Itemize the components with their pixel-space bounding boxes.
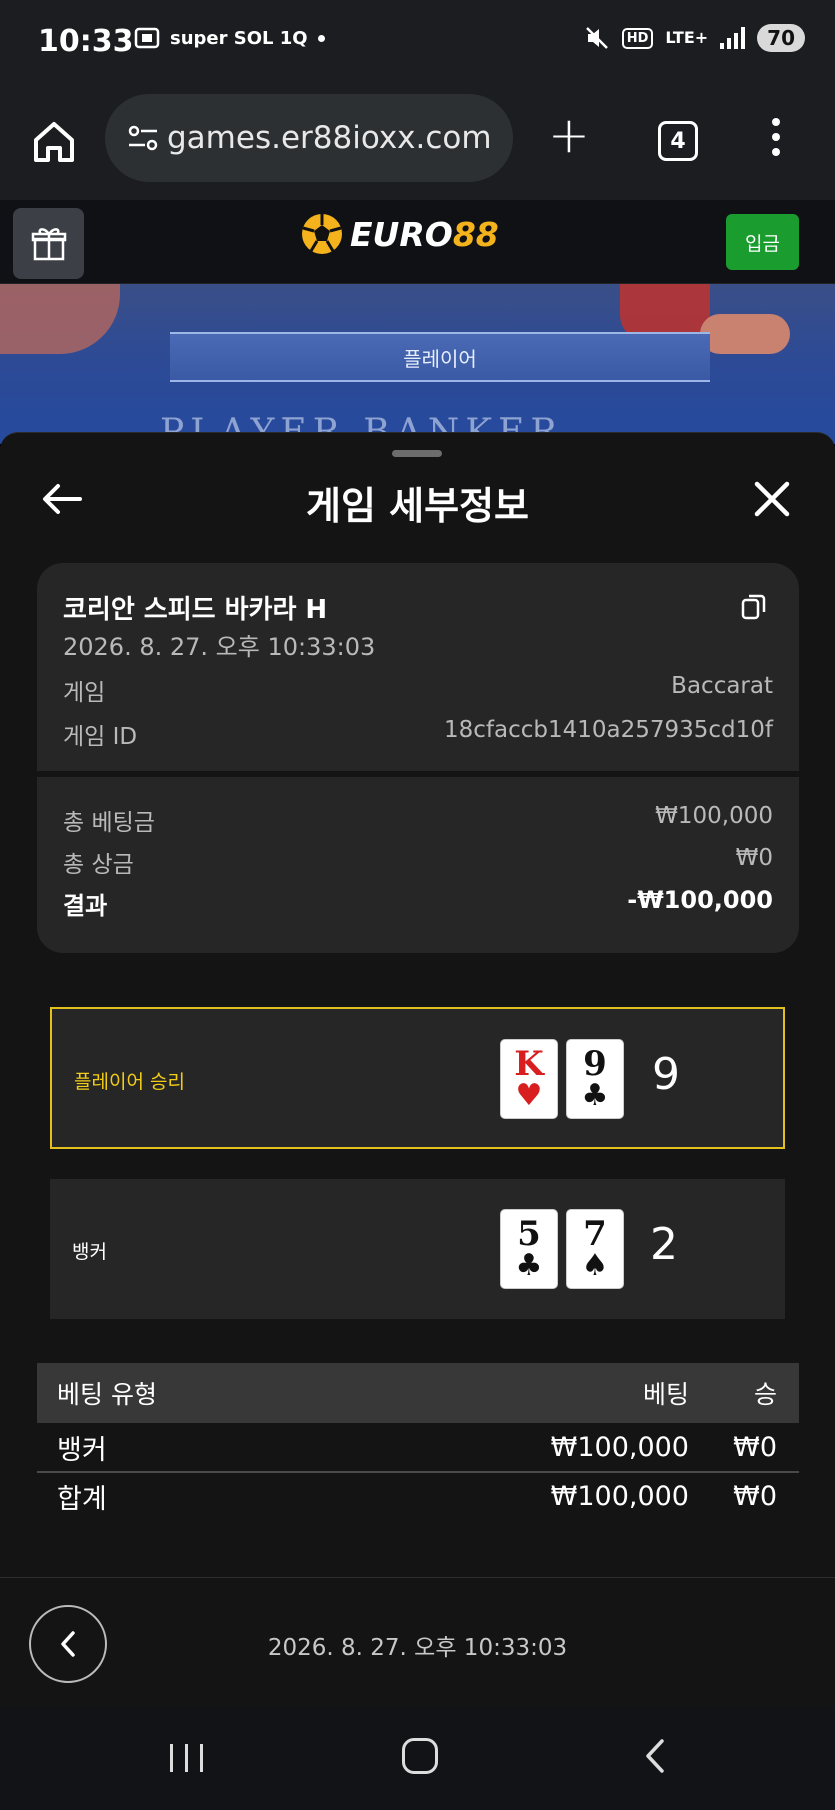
player-score: 9 <box>652 1049 680 1100</box>
total-win-cell: ₩0 <box>733 1480 777 1512</box>
card-divider <box>37 771 799 777</box>
game-id-row: 게임 ID 18cfaccb1410a257935cd10f <box>63 717 773 751</box>
total-bet-row: 총 베팅금 ₩100,000 <box>63 803 773 837</box>
status-time: 10:33 <box>38 24 134 59</box>
divider <box>0 1577 835 1578</box>
euro88-logo[interactable]: EURO88 <box>300 212 499 256</box>
recent-apps-button[interactable] <box>170 1744 203 1772</box>
total-bet-cell: ₩100,000 <box>550 1480 689 1512</box>
game-info-section: 코리안 스피드 바카라 H 2026. 8. 27. 오후 10:33:03 게… <box>37 563 799 771</box>
playing-card: K ♥ <box>500 1039 558 1119</box>
gift-button[interactable] <box>13 208 84 279</box>
game-name: 코리안 스피드 바카라 H <box>63 595 328 625</box>
game-datetime: 2026. 8. 27. 오후 10:33:03 <box>63 633 376 661</box>
home-button[interactable] <box>402 1738 438 1774</box>
playing-card: 7 ♠ <box>566 1209 624 1289</box>
total-prize-label: 총 상금 <box>63 852 134 878</box>
status-bar: 10:33 super SOL 1Q HD LTE+ 70 <box>0 0 835 88</box>
total-label: 합계 <box>57 1483 107 1515</box>
url-text: games.er88ioxx.com <box>167 120 492 156</box>
club-suit-icon: ♣ <box>581 1078 609 1113</box>
browser-menu-button[interactable] <box>772 118 780 156</box>
playing-card: 9 ♣ <box>566 1039 624 1119</box>
home-icon[interactable] <box>30 118 78 166</box>
notification-icons: super SOL 1Q <box>134 26 325 50</box>
total-prize-row: 총 상금 ₩0 <box>63 845 773 879</box>
tab-switcher-button[interactable]: 4 <box>658 121 698 161</box>
game-info-card: 코리안 스피드 바카라 H 2026. 8. 27. 오후 10:33:03 게… <box>37 563 799 953</box>
heart-suit-icon: ♥ <box>515 1078 543 1113</box>
sheet-title: 게임 세부정보 <box>306 484 529 528</box>
bet-amount-cell: ₩100,000 <box>550 1431 689 1463</box>
bet-table-header: 베팅 유형 베팅 승 <box>37 1363 799 1423</box>
player-band-label: 플레이어 <box>403 346 477 371</box>
game-details-sheet: 게임 세부정보 코리안 스피드 바카라 H 2026. 8. 27. 오후 10… <box>0 432 835 1706</box>
player-result-label: 플레이어 승리 <box>74 1071 185 1093</box>
total-prize-value: ₩0 <box>735 845 773 871</box>
battery-icon: 70 <box>757 24 805 52</box>
card-rank: 5 <box>517 1214 541 1254</box>
site-header: EURO88 입금 <box>0 200 835 284</box>
game-type-row: 게임 Baccarat <box>63 673 773 707</box>
header-win: 승 <box>753 1380 777 1409</box>
copy-icon[interactable] <box>739 591 769 621</box>
back-button[interactable] <box>640 1736 670 1776</box>
footer-date: 2026. 8. 27. 오후 10:33:03 <box>267 1635 568 1661</box>
header-bet-type: 베팅 유형 <box>57 1380 157 1409</box>
mute-icon <box>585 27 608 49</box>
dealer-hand <box>700 314 790 354</box>
header-bet: 베팅 <box>642 1380 689 1409</box>
game-id-label: 게임 ID <box>63 724 138 750</box>
card-rank: K <box>514 1044 544 1084</box>
result-value: -₩100,000 <box>627 886 773 914</box>
club-suit-icon: ♣ <box>515 1248 543 1283</box>
screenshot-icon <box>134 27 160 49</box>
result-row: 결과 -₩100,000 <box>63 886 773 921</box>
bet-table: 베팅 유형 베팅 승 뱅커 ₩100,000 ₩0 합계 ₩100,000 ₩0 <box>37 1363 799 1519</box>
drag-handle[interactable] <box>392 450 442 457</box>
card-rank: 9 <box>583 1044 607 1084</box>
site-settings-icon[interactable] <box>123 118 163 158</box>
banker-result-label: 뱅커 <box>72 1241 107 1263</box>
result-label: 결과 <box>63 892 108 920</box>
signal-icon <box>720 27 746 49</box>
total-bet-label: 총 베팅금 <box>63 810 155 836</box>
banker-score: 2 <box>650 1219 678 1270</box>
card-rank: 7 <box>583 1214 607 1254</box>
table-row: 뱅커 ₩100,000 ₩0 <box>37 1423 799 1471</box>
playing-card: 5 ♣ <box>500 1209 558 1289</box>
live-game-background: 플레이어 PLAYER BANKER <box>0 284 835 444</box>
game-type-label: 게임 <box>63 680 106 706</box>
bet-type-cell: 뱅커 <box>57 1434 107 1466</box>
browser-toolbar: games.er88ioxx.com + 4 <box>0 88 835 200</box>
new-tab-button[interactable]: + <box>548 110 590 160</box>
dot-icon <box>317 34 325 42</box>
soccer-ball-icon <box>302 214 342 254</box>
system-status: HD LTE+ 70 <box>584 24 805 52</box>
total-row: 합계 ₩100,000 ₩0 <box>37 1471 799 1519</box>
gift-icon <box>31 227 66 260</box>
banker-result-row: 뱅커 5 ♣ 7 ♠ 2 <box>50 1179 785 1319</box>
network-type: LTE+ <box>665 28 709 47</box>
game-id-value[interactable]: 18cfaccb1410a257935cd10f <box>444 717 773 751</box>
player-result-row: 플레이어 승리 K ♥ 9 ♣ 9 <box>50 1007 785 1149</box>
win-amount-cell: ₩0 <box>733 1431 777 1463</box>
deposit-button[interactable]: 입금 <box>726 214 799 270</box>
address-bar[interactable]: games.er88ioxx.com <box>105 94 513 182</box>
player-band: 플레이어 <box>170 332 710 382</box>
android-nav-bar <box>0 1706 835 1810</box>
spade-suit-icon: ♠ <box>581 1248 609 1283</box>
dealer-arm <box>0 284 120 354</box>
close-icon[interactable] <box>752 479 792 519</box>
logo-text: EURO88 <box>350 214 499 254</box>
total-bet-value: ₩100,000 <box>655 803 773 829</box>
app-notification-label: super SOL 1Q <box>170 27 308 49</box>
hd-icon: HD <box>621 27 654 49</box>
game-type-value: Baccarat <box>671 673 773 699</box>
